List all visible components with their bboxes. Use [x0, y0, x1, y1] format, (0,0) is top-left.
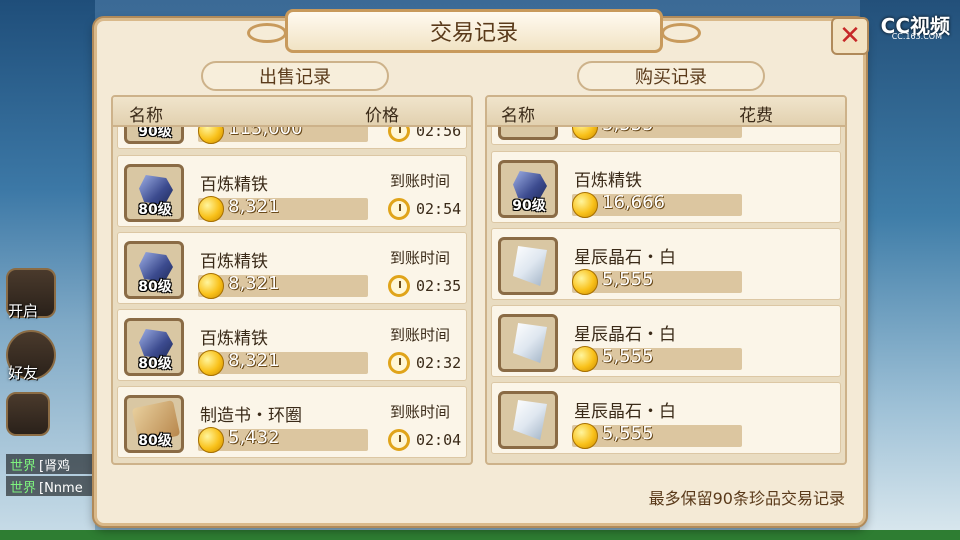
item-price: 5,555: [602, 346, 654, 367]
item-price: 5,555: [602, 423, 654, 444]
item-name: 星辰晶石・白: [574, 402, 676, 422]
chat-text: [肾鸡: [39, 459, 71, 474]
col-name-header: 名称: [129, 106, 163, 126]
item-price: 8,321: [228, 350, 280, 371]
gold-coin-icon: [572, 269, 598, 295]
clock-icon: [388, 198, 410, 220]
item-price: 8,321: [228, 196, 280, 217]
iron-ore-icon: 90级: [498, 160, 558, 218]
sell-record-row: 80级 制造书・环圈 5,432 到账时间 02:04: [117, 386, 467, 458]
gold-coin-icon: [198, 273, 224, 299]
item-name: 百炼精铁: [200, 252, 268, 272]
col-price-header: 价格: [365, 106, 399, 126]
gold-coin-icon: [572, 423, 598, 449]
chat-channel-tag: 世界: [10, 481, 37, 496]
buy-record-row: 星辰晶石・白 5,555: [491, 305, 841, 377]
arrive-time-label: 到账时间: [390, 249, 451, 267]
item-price: 5,432: [228, 427, 280, 448]
item-price: 5,555: [602, 269, 654, 290]
watermark-url: CC.163.COM: [891, 32, 942, 41]
col-name-header: 名称: [501, 106, 535, 126]
col-cost-header: 花费: [739, 106, 773, 126]
buy-table-header: 名称 花费: [487, 97, 845, 127]
arrive-time-label: 到账时间: [390, 326, 451, 344]
dialog-title: 交易记录: [285, 9, 663, 53]
chat-line[interactable]: 世界 [Nnme: [6, 476, 92, 496]
item-level: 80级: [138, 279, 172, 295]
item-level: 80级: [138, 433, 172, 449]
sell-record-row: 80级 百炼精铁 8,321 到账时间 02:35: [117, 232, 467, 304]
arrive-time-label: 到账时间: [390, 403, 451, 421]
item-price: 8,321: [228, 273, 280, 294]
bottom-exp-bar: [0, 530, 960, 540]
gold-coin-icon: [198, 350, 224, 376]
item-name: 星辰晶石・白: [574, 325, 676, 345]
chat-channel-tag: 世界: [10, 459, 37, 474]
buy-section-title: 购买记录: [577, 61, 765, 91]
arrive-time: 02:35: [416, 277, 462, 295]
clock-icon: [388, 352, 410, 374]
item-name: 百炼精铁: [574, 171, 642, 191]
arrive-time: 02:32: [416, 354, 462, 372]
iron-ore-icon: 80级: [124, 318, 184, 376]
iron-ore-icon: 80级: [124, 241, 184, 299]
item-level: 90级: [512, 198, 546, 214]
sell-record-row: 80级 百炼精铁 8,321 到账时间 02:32: [117, 309, 467, 381]
chat-text: [Nnme: [39, 481, 83, 496]
white-crystal-icon: [498, 391, 558, 449]
item-name: 星辰晶石・白: [574, 248, 676, 268]
gold-coin-icon: [572, 192, 598, 218]
iron-ore-icon: 80级: [124, 164, 184, 222]
sell-section-title: 出售记录: [201, 61, 389, 91]
title-ornament-left: [247, 23, 287, 43]
sell-record-panel[interactable]: 名称 价格 90级 115,000 02:56 80级 百炼精铁 8,321 到…: [111, 95, 473, 465]
white-crystal-icon: [498, 237, 558, 295]
item-price: 16,666: [602, 192, 665, 213]
arrive-time-label: 到账时间: [390, 172, 451, 190]
clock-icon: [388, 429, 410, 451]
white-crystal-icon: [498, 314, 558, 372]
friends-label: 好友: [8, 364, 39, 382]
buy-record-row: 90级 百炼精铁 16,666: [491, 151, 841, 223]
arrive-time: 02:54: [416, 200, 462, 218]
item-name: 百炼精铁: [200, 329, 268, 349]
record-limit-note: 最多保留90条珍品交易记录: [648, 489, 845, 508]
close-icon: ✕: [839, 21, 861, 51]
item-level: 80级: [138, 356, 172, 372]
open-label: 开启: [8, 302, 39, 320]
buy-record-row: 星辰晶石・白 5,555: [491, 382, 841, 454]
trade-record-dialog: 交易记录 ✕ 出售记录 名称 价格 90级 115,000 02:56 80级 …: [94, 9, 869, 526]
gold-coin-icon: [572, 346, 598, 372]
sell-table-header: 名称 价格: [113, 97, 471, 127]
background-right-scenery: [860, 0, 960, 540]
item-name: 制造书・环圈: [200, 406, 302, 426]
chat-line[interactable]: 世界 [肾鸡: [6, 454, 92, 474]
item-name: 百炼精铁: [200, 175, 268, 195]
clock-icon: [388, 275, 410, 297]
buy-record-row: 星辰晶石・白 5,555: [491, 228, 841, 300]
scroll-icon: 80级: [124, 395, 184, 453]
gold-coin-icon: [198, 427, 224, 453]
gold-coin-icon: [198, 196, 224, 222]
item-level: 80级: [138, 202, 172, 218]
sell-record-row: 80级 百炼精铁 8,321 到账时间 02:54: [117, 155, 467, 227]
close-button[interactable]: ✕: [831, 17, 869, 55]
arrive-time: 02:04: [416, 431, 462, 449]
title-ornament-right: [661, 23, 701, 43]
chat-icon[interactable]: [6, 392, 50, 436]
buy-record-panel[interactable]: 名称 花费 5,555 90级 百炼精铁 16,666 星辰晶石・白: [485, 95, 847, 465]
